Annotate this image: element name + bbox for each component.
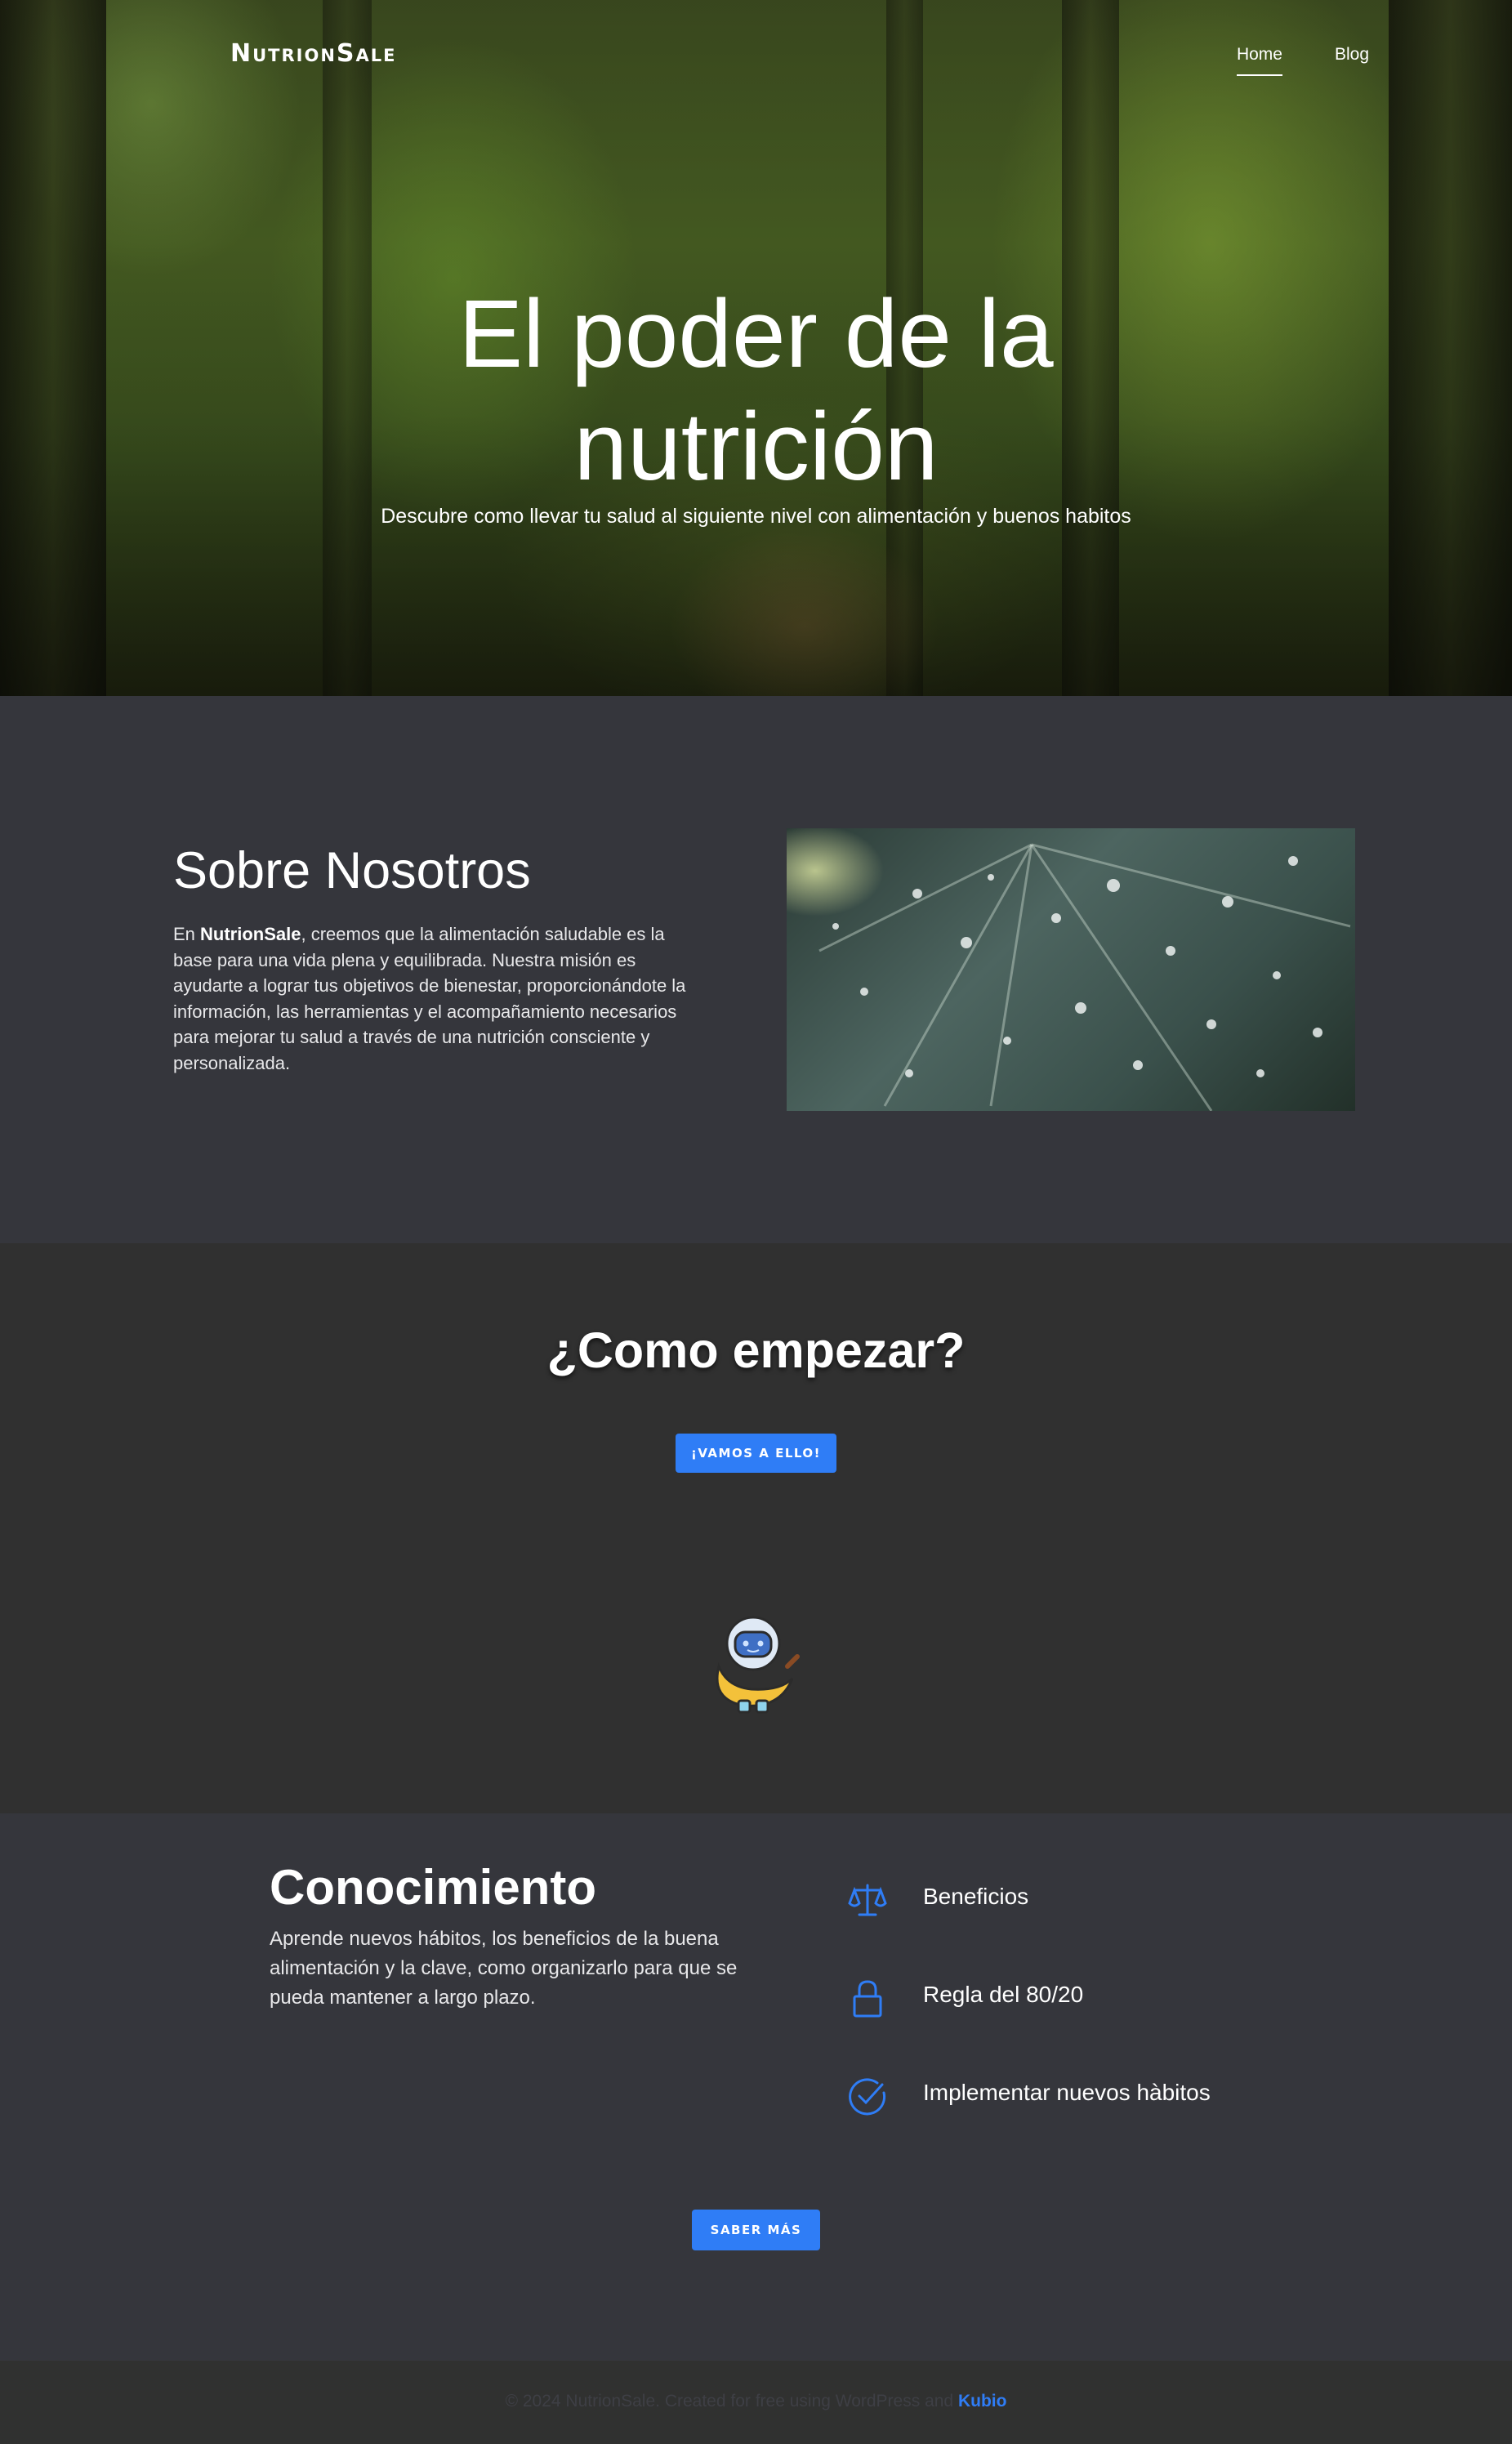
- start-section: ¿Como empezar? ¡VAMOS A ELLO!: [0, 1243, 1512, 1813]
- feature-regla: Regla del 80/20: [846, 1977, 1304, 2026]
- leaf-with-water-drops-icon: [818, 843, 1351, 1111]
- check-circle-icon: [849, 2078, 886, 2116]
- main-nav: Home Blog: [1236, 45, 1369, 76]
- about-text-rest: , creemos que la alimentación saludable …: [173, 924, 686, 1073]
- feature-label: Beneficios: [923, 1884, 1029, 1909]
- start-heading: ¿Como empezar?: [546, 1322, 966, 1378]
- feature-label: Regla del 80/20: [923, 1982, 1084, 2007]
- lock-icon: [853, 1980, 882, 2018]
- about-brand: NutrionSale: [200, 924, 301, 944]
- feature-label: Implementar nuevos hàbitos: [923, 2080, 1211, 2105]
- vamos-button[interactable]: ¡VAMOS A ELLO!: [676, 1434, 836, 1473]
- footer-copyright: © 2024 NutrionSale. Created for free usi…: [505, 2392, 958, 2411]
- footer-text: © 2024 NutrionSale. Created for free usi…: [0, 2392, 1512, 2411]
- feature-beneficios: Beneficios: [846, 1879, 1304, 1928]
- nav-item-blog[interactable]: Blog: [1335, 45, 1369, 76]
- balance-scale-icon: [848, 1884, 887, 1916]
- site-logo[interactable]: NutrionSale: [230, 39, 396, 68]
- hero-title-line2: nutrición: [573, 393, 939, 501]
- saber-mas-button[interactable]: SABER MÁS: [692, 2210, 820, 2250]
- kubio-link[interactable]: Kubio: [958, 2392, 1006, 2411]
- hero-subtitle: Descubre como llevar tu salud al siguien…: [381, 505, 1131, 528]
- about-text-prefix: En: [173, 924, 201, 944]
- site-footer: © 2024 NutrionSale. Created for free usi…: [0, 2361, 1512, 2444]
- knowledge-text: Aprende nuevos hábitos, los beneficios d…: [270, 1928, 738, 2009]
- nav-item-home[interactable]: Home: [1236, 45, 1282, 76]
- hero-title: El poder de la nutrición: [0, 278, 1512, 503]
- leaf-image: [787, 828, 1355, 1111]
- about-text: En NutrionSale, creemos que la alimentac…: [173, 921, 704, 1076]
- knowledge-section: Conocimiento Aprende nuevos hábitos, los…: [0, 1813, 1512, 2361]
- about-heading: Sobre Nosotros: [173, 842, 531, 899]
- astronaut-banana-mascot-icon: [716, 1616, 800, 1714]
- hero-title-line1: El poder de la: [458, 280, 1054, 388]
- hero-section: NutrionSale Home Blog El poder de la nut…: [0, 0, 1512, 696]
- feature-habitos: Implementar nuevos hàbitos: [846, 2075, 1304, 2124]
- about-section: Sobre Nosotros En NutrionSale, creemos q…: [0, 696, 1512, 1243]
- knowledge-heading: Conocimiento: [270, 1860, 596, 1915]
